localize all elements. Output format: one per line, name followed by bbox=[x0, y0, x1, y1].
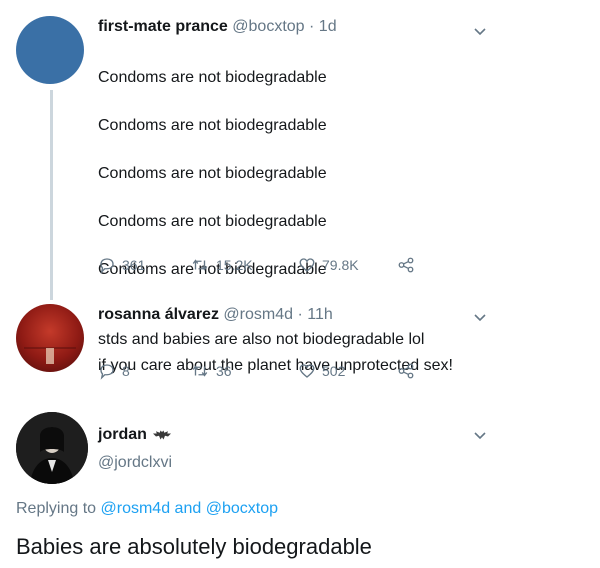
reply-button[interactable]: 8 bbox=[98, 362, 190, 380]
tweet-line: Condoms are not biodegradable bbox=[98, 213, 327, 230]
heart-icon bbox=[299, 364, 315, 378]
chevron-down-icon[interactable] bbox=[472, 428, 488, 444]
retweet-count: 15.2K bbox=[216, 257, 253, 273]
user-handle[interactable]: @bocxtop bbox=[232, 18, 304, 35]
tweet-header: rosanna álvarez @rosm4d · 11h bbox=[98, 306, 333, 324]
reply-count: 8 bbox=[122, 363, 130, 379]
retweet-icon bbox=[192, 259, 208, 271]
thread-line bbox=[50, 90, 53, 300]
chevron-down-icon[interactable] bbox=[472, 310, 488, 326]
replying-to: Replying to @rosm4d and @bocxtop bbox=[16, 500, 278, 518]
tweet-text: stds and babies are also not biodegradab… bbox=[98, 331, 425, 348]
like-count: 502 bbox=[322, 363, 346, 379]
separator: · bbox=[309, 18, 315, 35]
tweet-actions: 361 15.2K 79.8K bbox=[98, 256, 416, 274]
tweet-header: first-mate prance @bocxtop · 1d bbox=[98, 18, 337, 36]
retweet-button[interactable]: 36 bbox=[190, 362, 298, 380]
separator: · bbox=[297, 306, 303, 323]
reply-button[interactable]: 361 bbox=[98, 256, 190, 274]
tweet-line: Condoms are not biodegradable bbox=[98, 165, 327, 182]
tweet-line: Condoms are not biodegradable bbox=[98, 117, 327, 134]
retweet-icon bbox=[192, 365, 208, 377]
reply-icon bbox=[100, 258, 114, 274]
reply-count: 361 bbox=[122, 257, 146, 273]
avatar-image bbox=[16, 412, 88, 484]
mention-link[interactable]: @rosm4d bbox=[101, 500, 171, 517]
display-name[interactable]: first-mate prance bbox=[98, 18, 228, 35]
share-icon bbox=[398, 257, 414, 273]
avatar[interactable] bbox=[16, 16, 84, 84]
like-count: 79.8K bbox=[322, 257, 359, 273]
reply-and: and bbox=[174, 500, 202, 517]
timestamp[interactable]: 11h bbox=[307, 306, 333, 323]
share-button[interactable] bbox=[396, 256, 416, 274]
tweet-actions: 8 36 502 bbox=[98, 362, 416, 380]
tweet-text: Babies are absolutely biodegradable bbox=[16, 534, 372, 559]
retweet-button[interactable]: 15.2K bbox=[190, 256, 298, 274]
chevron-down-icon[interactable] bbox=[472, 24, 488, 40]
avatar[interactable] bbox=[16, 304, 84, 372]
timestamp[interactable]: 1d bbox=[319, 18, 337, 35]
reply-icon bbox=[100, 364, 114, 380]
tweet-line: Condoms are not biodegradable bbox=[98, 69, 327, 86]
bat-emblem-icon bbox=[153, 430, 172, 440]
tweet-header-handle: @jordclxvi bbox=[98, 454, 172, 472]
like-button[interactable]: 79.8K bbox=[298, 256, 396, 274]
mention-link[interactable]: @bocxtop bbox=[206, 500, 278, 517]
display-name[interactable]: rosanna álvarez bbox=[98, 306, 219, 323]
tweet-header: jordan bbox=[98, 426, 172, 444]
share-button[interactable] bbox=[396, 362, 416, 380]
avatar[interactable] bbox=[16, 412, 88, 484]
user-handle[interactable]: @rosm4d bbox=[223, 306, 293, 323]
display-name[interactable]: jordan bbox=[98, 426, 147, 443]
user-handle[interactable]: @jordclxvi bbox=[98, 454, 172, 471]
retweet-count: 36 bbox=[216, 363, 232, 379]
share-icon bbox=[398, 363, 414, 379]
heart-icon bbox=[299, 258, 315, 272]
reply-prefix: Replying to bbox=[16, 500, 97, 517]
avatar-image bbox=[24, 347, 76, 364]
like-button[interactable]: 502 bbox=[298, 362, 396, 380]
